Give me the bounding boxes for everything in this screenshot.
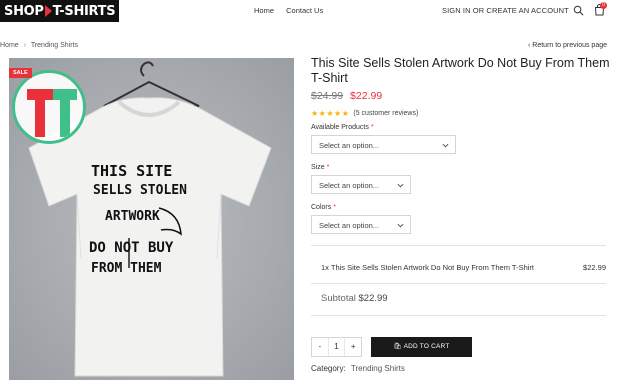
quantity-stepper: - 1 + — [311, 337, 362, 357]
product-category: Category: Trending Shirts — [311, 364, 405, 373]
bag-icon: 🛍 — [393, 343, 404, 350]
nav-home[interactable]: Home — [254, 6, 274, 15]
search-icon[interactable] — [573, 5, 584, 16]
chevron-down-icon — [442, 143, 449, 148]
quantity-decrease-button[interactable]: - — [312, 338, 328, 356]
shirt-text-line-4: DO NOT BUY — [89, 240, 174, 256]
quantity-increase-button[interactable]: + — [345, 338, 361, 356]
shirt-text-line-3: ARTWORK — [105, 209, 160, 224]
star-icon: ★ — [318, 109, 326, 118]
summary-mid-divider — [311, 283, 606, 284]
logo-text-shop: SHOP — [4, 3, 44, 19]
size-select[interactable]: Select an option... — [311, 175, 411, 194]
breadcrumb-home[interactable]: Home — [0, 42, 19, 49]
shirt-text-line-5: FROM THEM — [91, 261, 162, 276]
add-to-cart-label: ADD TO CART — [403, 343, 450, 350]
shirt-text-line-2: SELLS STOLEN — [93, 183, 187, 198]
subtotal-label: Subtotal — [321, 293, 356, 304]
colors-label: Colors * — [311, 204, 336, 211]
price-row: $24.99 $22.99 — [311, 90, 382, 102]
add-to-cart-button[interactable]: 🛍 ADD TO CART — [371, 337, 472, 357]
shirt-text-line-1: THIS SITE — [91, 162, 172, 180]
subtotal: Subtotal $22.99 — [321, 293, 388, 304]
site-header: SHOP T-SHIRTS Home Contact Us SIGN IN OR… — [0, 0, 623, 24]
brand-watermark-logo — [12, 70, 86, 144]
summary-line-item: 1x This Site Sells Stolen Artwork Do Not… — [321, 263, 534, 272]
reviews-link[interactable]: (5 customer reviews) — [353, 110, 418, 117]
site-logo[interactable]: SHOP T-SHIRTS — [0, 0, 120, 22]
summary-line-price: $22.99 — [583, 263, 606, 272]
colors-value: Select an option... — [319, 221, 380, 230]
account-link[interactable]: SIGN IN OR CREATE AN ACCOUNT — [442, 6, 569, 15]
nav-contact-us[interactable]: Contact Us — [286, 6, 323, 15]
cart-count-badge: 0 — [600, 2, 607, 9]
logo-box: SHOP T-SHIRTS — [0, 0, 120, 22]
subtotal-value: $22.99 — [358, 293, 388, 304]
chevron-down-icon — [397, 223, 404, 228]
main-nav: Home Contact Us — [254, 6, 333, 15]
sale-badge: SALE — [9, 68, 32, 78]
star-icon: ★ — [326, 109, 334, 118]
size-value: Select an option... — [319, 181, 380, 190]
return-previous-page-label: Return to previous page — [532, 42, 607, 49]
breadcrumb-trending-shirts[interactable]: Trending Shirts — [31, 42, 78, 49]
breadcrumb-separator-icon: › — [23, 42, 26, 49]
star-icon: ★ — [341, 109, 349, 118]
return-previous-page-link[interactable]: ‹ Return to previous page — [528, 42, 607, 49]
required-marker: * — [326, 164, 330, 171]
logo-text-tshirts: T-SHIRTS — [52, 3, 116, 19]
category-label: Category: — [311, 364, 346, 373]
size-label: Size * — [311, 164, 329, 171]
available-products-label: Available Products * — [311, 124, 374, 131]
product-title: This Site Sells Stolen Artwork Do Not Bu… — [311, 56, 610, 85]
chevron-down-icon — [397, 183, 404, 188]
colors-select[interactable]: Select an option... — [311, 215, 411, 234]
summary-top-divider — [311, 245, 606, 246]
available-products-value: Select an option... — [319, 141, 380, 150]
required-marker: * — [370, 124, 374, 131]
star-icon: ★ — [334, 109, 342, 118]
quantity-input[interactable]: 1 — [327, 338, 346, 356]
breadcrumb: Home › Trending Shirts — [0, 42, 78, 49]
logo-arrow-icon — [44, 5, 52, 17]
product-image[interactable]: SALE THIS SITE SELLS STOLEN ARTWORK DO N… — [9, 58, 294, 380]
size-label-text: Size — [311, 164, 325, 171]
star-icon: ★ — [311, 109, 319, 118]
rating-row: ★ ★ ★ ★ ★ (5 customer reviews) — [311, 109, 418, 118]
colors-label-text: Colors — [311, 204, 332, 211]
available-products-label-text: Available Products — [311, 124, 369, 131]
available-products-select[interactable]: Select an option... — [311, 135, 456, 154]
category-link[interactable]: Trending Shirts — [351, 364, 405, 373]
price-original: $24.99 — [311, 90, 344, 102]
price-sale: $22.99 — [350, 90, 383, 102]
summary-bottom-divider — [311, 315, 606, 316]
required-marker: * — [333, 204, 336, 211]
